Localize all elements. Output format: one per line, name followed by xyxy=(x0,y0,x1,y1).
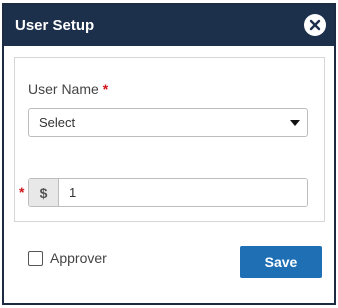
approver-checkbox-group[interactable]: Approver xyxy=(28,250,107,266)
form-panel: User Name * Select * $ xyxy=(14,57,325,222)
user-name-label: User Name * xyxy=(28,81,108,97)
amount-field: $ xyxy=(28,178,308,207)
user-setup-dialog: User Setup User Name * Select * $ Approv… xyxy=(2,3,336,305)
approver-label: Approver xyxy=(50,250,107,266)
amount-required-marker: * xyxy=(19,184,25,200)
approver-checkbox[interactable] xyxy=(28,250,43,266)
close-icon xyxy=(309,19,321,31)
close-button[interactable] xyxy=(304,14,326,36)
user-name-select-value: Select xyxy=(39,115,76,130)
save-button[interactable]: Save xyxy=(240,246,322,278)
dialog-header: User Setup xyxy=(4,5,334,46)
user-name-label-text: User Name xyxy=(28,81,99,97)
amount-input[interactable] xyxy=(59,179,307,206)
chevron-down-icon xyxy=(290,120,300,126)
dollar-icon: $ xyxy=(29,179,59,206)
required-marker: * xyxy=(102,81,109,97)
user-name-select[interactable]: Select xyxy=(28,108,308,137)
dialog-title: User Setup xyxy=(15,17,95,34)
